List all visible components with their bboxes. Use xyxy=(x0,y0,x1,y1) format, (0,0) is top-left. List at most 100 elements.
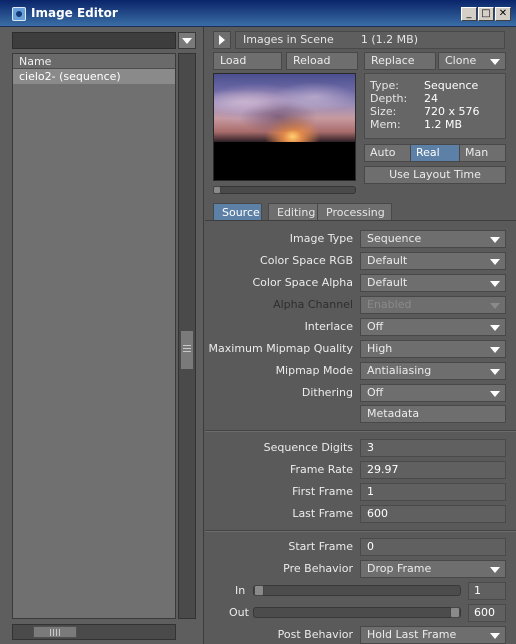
clone-button[interactable]: Clone xyxy=(438,52,506,70)
tab-editing[interactable]: Editing xyxy=(268,203,318,221)
minimize-button[interactable]: _ xyxy=(461,7,477,21)
chevron-down-icon xyxy=(490,237,500,243)
out-slider[interactable] xyxy=(253,607,461,618)
load-button[interactable]: Load xyxy=(213,52,282,70)
mipmap-quality-value: High xyxy=(367,342,393,355)
list-item[interactable]: cielo2- (sequence) xyxy=(13,69,175,84)
horizontal-scrollbar[interactable] xyxy=(12,624,176,640)
dithering-label: Dithering xyxy=(301,386,353,399)
mipmap-mode-dropdown[interactable]: Antialiasing xyxy=(360,362,506,380)
color-space-alpha-dropdown[interactable]: Default xyxy=(360,274,506,292)
images-count: 1 (1.2 MB) xyxy=(360,33,418,46)
pre-behavior-label: Pre Behavior xyxy=(283,562,353,575)
image-list[interactable]: Name cielo2- (sequence) xyxy=(12,53,176,619)
first-frame-label: First Frame xyxy=(292,485,353,498)
window-title: Image Editor xyxy=(31,6,118,20)
post-behavior-dropdown[interactable]: Hold Last Frame xyxy=(360,626,506,644)
size-label: Size: xyxy=(370,105,397,118)
reload-button[interactable]: Reload xyxy=(286,52,358,70)
start-frame-field[interactable]: 0 xyxy=(360,538,506,556)
chevron-down-icon xyxy=(490,369,500,375)
tab-processing[interactable]: Processing xyxy=(317,203,392,221)
slider-knob[interactable] xyxy=(213,186,221,194)
image-info-box: Type: Sequence Depth: 24 Size: 720 x 576 Me… xyxy=(364,73,506,139)
chevron-down-icon xyxy=(490,633,500,639)
alpha-channel-dropdown: Enabled xyxy=(360,296,506,314)
image-type-value: Sequence xyxy=(367,232,422,245)
mode-auto[interactable]: Auto xyxy=(365,145,411,161)
size-value: 720 x 576 xyxy=(424,105,480,118)
image-preview xyxy=(213,73,356,181)
depth-value: 24 xyxy=(424,92,438,105)
color-space-rgb-label: Color Space RGB xyxy=(260,254,353,267)
image-type-label: Image Type xyxy=(289,232,353,245)
playback-mode-toggle: Auto Real Man xyxy=(364,144,506,162)
image-properties-pane: Images in Scene 1 (1.2 MB) Load Reload R… xyxy=(205,27,516,644)
mipmap-mode-label: Mipmap Mode xyxy=(275,364,353,377)
mode-man[interactable]: Man xyxy=(460,145,505,161)
filter-dropdown-button[interactable] xyxy=(178,32,196,49)
interlace-value: Off xyxy=(367,320,384,333)
filter-input[interactable] xyxy=(12,32,176,49)
in-label: In xyxy=(235,584,246,597)
images-in-scene-bar: Images in Scene 1 (1.2 MB) xyxy=(235,31,505,49)
metadata-button[interactable]: Metadata xyxy=(360,405,506,423)
mipmap-quality-dropdown[interactable]: High xyxy=(360,340,506,358)
cloud-overlay xyxy=(214,82,355,132)
image-type-dropdown[interactable]: Sequence xyxy=(360,230,506,248)
clone-label: Clone xyxy=(445,54,477,67)
mem-value: 1.2 MB xyxy=(424,118,463,131)
type-value: Sequence xyxy=(424,79,479,92)
last-frame-field[interactable]: 600 xyxy=(360,505,506,523)
chevron-down-icon xyxy=(490,391,500,397)
color-space-rgb-dropdown[interactable]: Default xyxy=(360,252,506,270)
chevron-down-icon xyxy=(490,567,500,573)
color-space-alpha-label: Color Space Alpha xyxy=(252,276,353,289)
dithering-value: Off xyxy=(367,386,384,399)
mem-label: Mem: xyxy=(370,118,401,131)
scrollbar-thumb[interactable] xyxy=(33,626,77,638)
tab-source[interactable]: Source xyxy=(213,203,262,221)
last-frame-label: Last Frame xyxy=(292,507,353,520)
maximize-button[interactable]: □ xyxy=(478,7,494,21)
section-divider xyxy=(205,430,516,432)
alpha-channel-value: Enabled xyxy=(367,298,412,311)
preview-frame-slider[interactable] xyxy=(213,186,356,194)
in-slider[interactable] xyxy=(253,585,461,596)
play-button[interactable] xyxy=(213,31,231,49)
images-in-scene-label: Images in Scene xyxy=(243,33,334,46)
in-field[interactable]: 1 xyxy=(468,582,506,600)
chevron-down-icon xyxy=(182,38,192,44)
post-behavior-label: Post Behavior xyxy=(277,628,353,641)
pre-behavior-dropdown[interactable]: Drop Frame xyxy=(360,560,506,578)
close-button[interactable]: ✕ xyxy=(495,7,511,21)
type-label: Type: xyxy=(370,79,399,92)
chevron-down-icon xyxy=(490,325,500,331)
ground-overlay xyxy=(214,142,355,180)
first-frame-field[interactable]: 1 xyxy=(360,483,506,501)
out-label: Out xyxy=(229,606,249,619)
vertical-scrollbar[interactable] xyxy=(178,53,196,619)
interlace-dropdown[interactable]: Off xyxy=(360,318,506,336)
start-frame-label: Start Frame xyxy=(288,540,353,553)
mipmap-mode-value: Antialiasing xyxy=(367,364,432,377)
replace-button[interactable]: Replace xyxy=(364,52,436,70)
slider-knob[interactable] xyxy=(450,607,460,618)
column-header-name[interactable]: Name xyxy=(13,54,175,69)
out-field[interactable]: 600 xyxy=(468,604,506,622)
pre-behavior-value: Drop Frame xyxy=(367,562,432,575)
dithering-dropdown[interactable]: Off xyxy=(360,384,506,402)
mode-real[interactable]: Real xyxy=(411,145,460,161)
tab-underline xyxy=(205,220,516,221)
frame-rate-label: Frame Rate xyxy=(290,463,353,476)
interlace-label: Interlace xyxy=(304,320,353,333)
sequence-digits-label: Sequence Digits xyxy=(263,441,353,454)
chevron-down-icon xyxy=(490,59,500,65)
color-space-rgb-value: Default xyxy=(367,254,408,267)
frame-rate-field[interactable]: 29.97 xyxy=(360,461,506,479)
sequence-digits-field[interactable]: 3 xyxy=(360,439,506,457)
slider-knob[interactable] xyxy=(254,585,264,596)
scrollbar-thumb[interactable] xyxy=(180,330,194,370)
use-layout-time-button[interactable]: Use Layout Time xyxy=(364,166,506,184)
title-bar: Image Editor _ □ ✕ xyxy=(0,0,516,27)
